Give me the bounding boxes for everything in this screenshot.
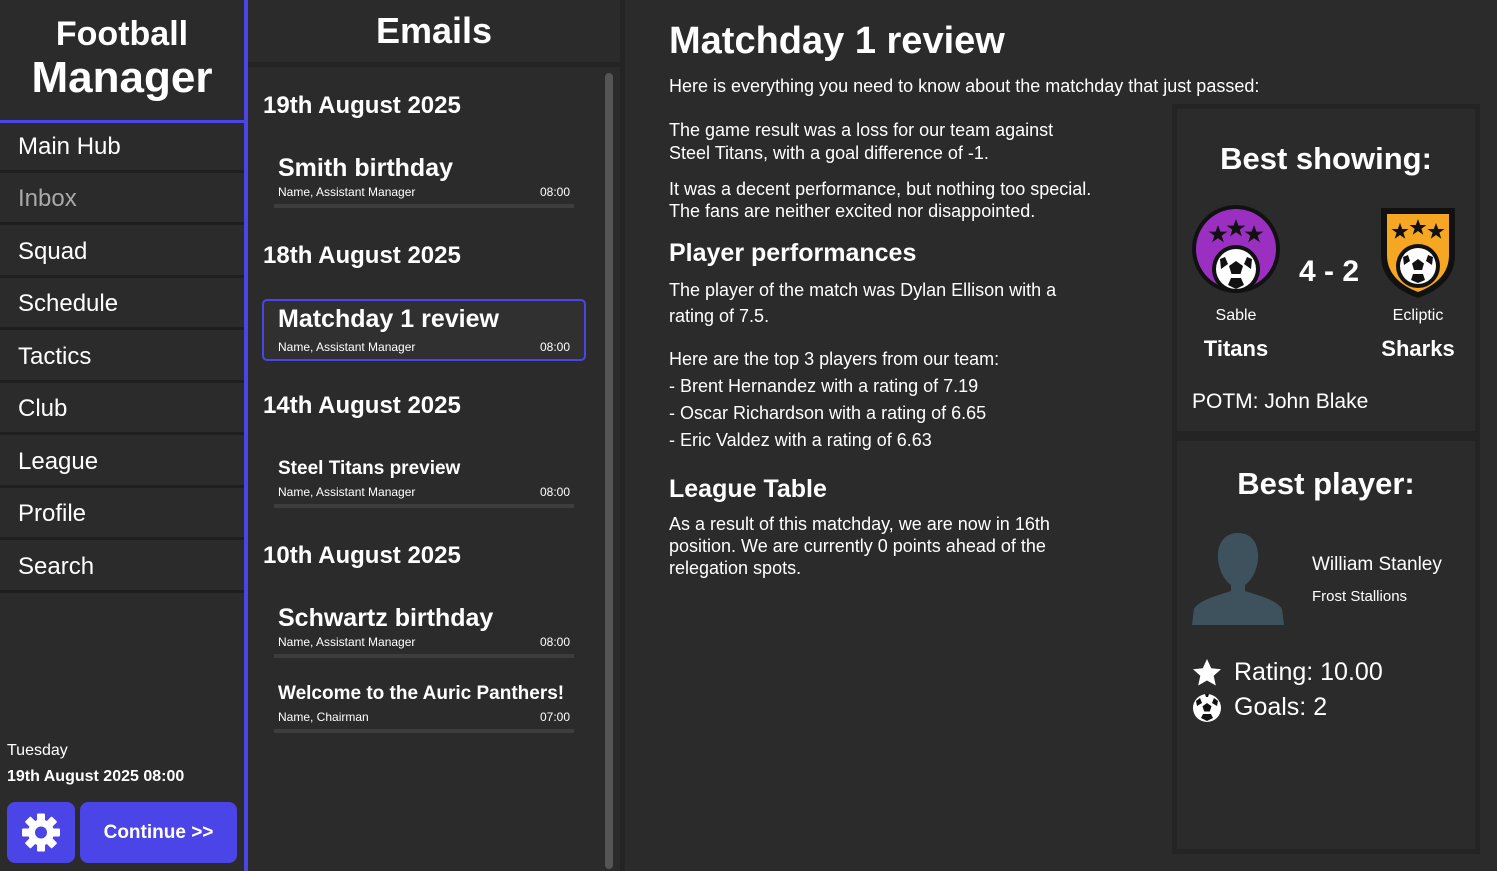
email-sender: Name, Assistant Manager (278, 635, 416, 649)
goals-label: Goals: 2 (1234, 693, 1328, 721)
sidebar-item-inbox[interactable]: Inbox (0, 175, 244, 225)
email-subject: Welcome to the Auric Panthers! (278, 683, 565, 704)
top-player-item: - Eric Valdez with a rating of 6.63 (669, 430, 932, 450)
best-showing-panel: Best showing: Sable Titans 4 - 2 Eclipti… (1172, 104, 1480, 436)
email-sender: Name, Chairman (278, 710, 369, 724)
potm-paragraph: The player of the match was Dylan Elliso… (669, 277, 1119, 329)
league-line: relegation spots. (669, 558, 802, 578)
performance-paragraph: It was a decent performance, but nothing… (669, 178, 1119, 222)
sidebar-item-league[interactable]: League (0, 438, 244, 488)
sidebar-item-squad[interactable]: Squad (0, 228, 244, 278)
sidebar-item-tactics[interactable]: Tactics (0, 333, 244, 383)
current-datetime: 19th August 2025 08:00 (7, 768, 185, 785)
email-date-heading: 14th August 2025 (263, 392, 461, 419)
potm-line: rating of 7.5. (669, 306, 770, 326)
potm-line: The player of the match was Dylan Elliso… (669, 280, 1057, 300)
home-team-name-top: Sable (1215, 307, 1257, 324)
email-time: 08:00 (539, 340, 570, 354)
top-player-item: - Oscar Richardson with a rating of 6.65 (669, 403, 987, 423)
email-sender: Name, Assistant Manager (278, 185, 416, 199)
email-item-matchday-1-review[interactable]: Matchday 1 review Name, Assistant Manage… (262, 299, 586, 361)
sidebar-item-schedule[interactable]: Schedule (0, 280, 244, 330)
away-team-name-top: Ecliptic (1392, 307, 1444, 324)
email-content: Matchday 1 review Here is everything you… (625, 0, 1497, 871)
app-title-line1: Football (55, 15, 189, 53)
sidebar-item-club[interactable]: Club (0, 385, 244, 435)
performance-line: It was a decent performance, but nothing… (669, 179, 1092, 199)
best-player-club: Frost Stallions (1312, 588, 1408, 605)
league-line: position. We are currently 0 points ahea… (669, 536, 1046, 556)
result-line: The game result was a loss for our team … (669, 120, 1054, 140)
email-subject: Matchday 1 review (278, 305, 499, 333)
result-paragraph: The game result was a loss for our team … (669, 119, 1119, 165)
email-subject: Smith birthday (278, 154, 454, 182)
football-icon (1193, 694, 1221, 723)
match-score: 4 - 2 (1298, 255, 1360, 288)
goals-row: Goals: 2 (1192, 693, 1327, 723)
email-time: 08:00 (539, 485, 570, 499)
sidebar: Football Manager Main Hub Inbox Squad Sc… (0, 0, 244, 871)
email-subject: Steel Titans preview (278, 458, 461, 479)
settings-button[interactable] (7, 802, 75, 863)
sidebar-item-search[interactable]: Search (0, 543, 244, 593)
current-day: Tuesday (7, 742, 68, 759)
rating-row: Rating: 10.00 (1192, 658, 1383, 688)
gear-icon (22, 813, 60, 852)
performance-line: The fans are neither excited nor disappo… (669, 201, 1036, 221)
email-item-schwartz-birthday[interactable]: Schwartz birthday Name, Assistant Manage… (274, 600, 574, 658)
emails-scrollbar[interactable] (605, 73, 613, 869)
app-logo: Football Manager (0, 0, 244, 120)
continue-button[interactable]: Continue >> (80, 802, 237, 863)
star-icon (1193, 659, 1221, 686)
email-sender: Name, Assistant Manager (278, 485, 416, 499)
email-date-heading: 19th August 2025 (263, 92, 461, 119)
email-time: 08:00 (539, 185, 570, 199)
result-line: Steel Titans, with a goal difference of … (669, 143, 989, 163)
league-paragraph: As a result of this matchday, we are now… (669, 513, 1119, 579)
top-player-item: - Brent Hernandez with a rating of 7.19 (669, 376, 979, 396)
best-player-name: William Stanley (1312, 554, 1442, 575)
sidebar-item-profile[interactable]: Profile (0, 490, 244, 540)
person-silhouette-icon (1192, 533, 1284, 625)
email-item-steel-titans-preview[interactable]: Steel Titans preview Name, Assistant Man… (274, 450, 574, 508)
home-team-name-bottom: Titans (1203, 336, 1269, 361)
emails-header: Emails (375, 10, 493, 51)
email-subject: Schwartz birthday (278, 604, 494, 632)
best-player-title: Best player: (1237, 466, 1415, 501)
best-showing-title: Best showing: (1220, 141, 1432, 176)
email-time: 07:00 (539, 710, 570, 724)
potm-label: POTM: (1192, 390, 1265, 413)
potm-name: John Blake (1264, 390, 1369, 413)
email-date-heading: 10th August 2025 (263, 542, 461, 569)
email-item-smith-birthday[interactable]: Smith birthday Name, Assistant Manager 0… (274, 150, 574, 208)
sidebar-item-main-hub[interactable]: Main Hub (0, 123, 244, 173)
player-performances-heading: Player performances (669, 239, 917, 267)
email-time: 08:00 (539, 635, 570, 649)
email-sender: Name, Assistant Manager (278, 340, 416, 354)
email-date-heading: 18th August 2025 (263, 242, 461, 269)
top-players-list: Here are the top 3 players from our team… (669, 346, 1119, 454)
sable-titans-crest-icon (1192, 205, 1280, 293)
email-intro: Here is everything you need to know abou… (669, 76, 1260, 96)
ecliptic-sharks-crest-icon (1381, 208, 1455, 298)
best-player-panel: Best player: William Stanley Frost Stall… (1172, 436, 1480, 854)
email-title: Matchday 1 review (669, 20, 1005, 62)
potm-row: POTM: John Blake (1192, 390, 1368, 414)
emails-header-divider (248, 62, 620, 67)
app-title-line2: Manager (31, 53, 213, 102)
emails-panel: Emails 19th August 2025 Smith birthday N… (248, 0, 620, 871)
email-item-welcome[interactable]: Welcome to the Auric Panthers! Name, Cha… (274, 675, 574, 733)
league-line: As a result of this matchday, we are now… (669, 514, 1050, 534)
rating-label: Rating: 10.00 (1234, 658, 1383, 686)
top-players-intro: Here are the top 3 players from our team… (669, 349, 1000, 369)
league-table-heading: League Table (669, 475, 827, 503)
away-team-name-bottom: Sharks (1381, 336, 1455, 361)
